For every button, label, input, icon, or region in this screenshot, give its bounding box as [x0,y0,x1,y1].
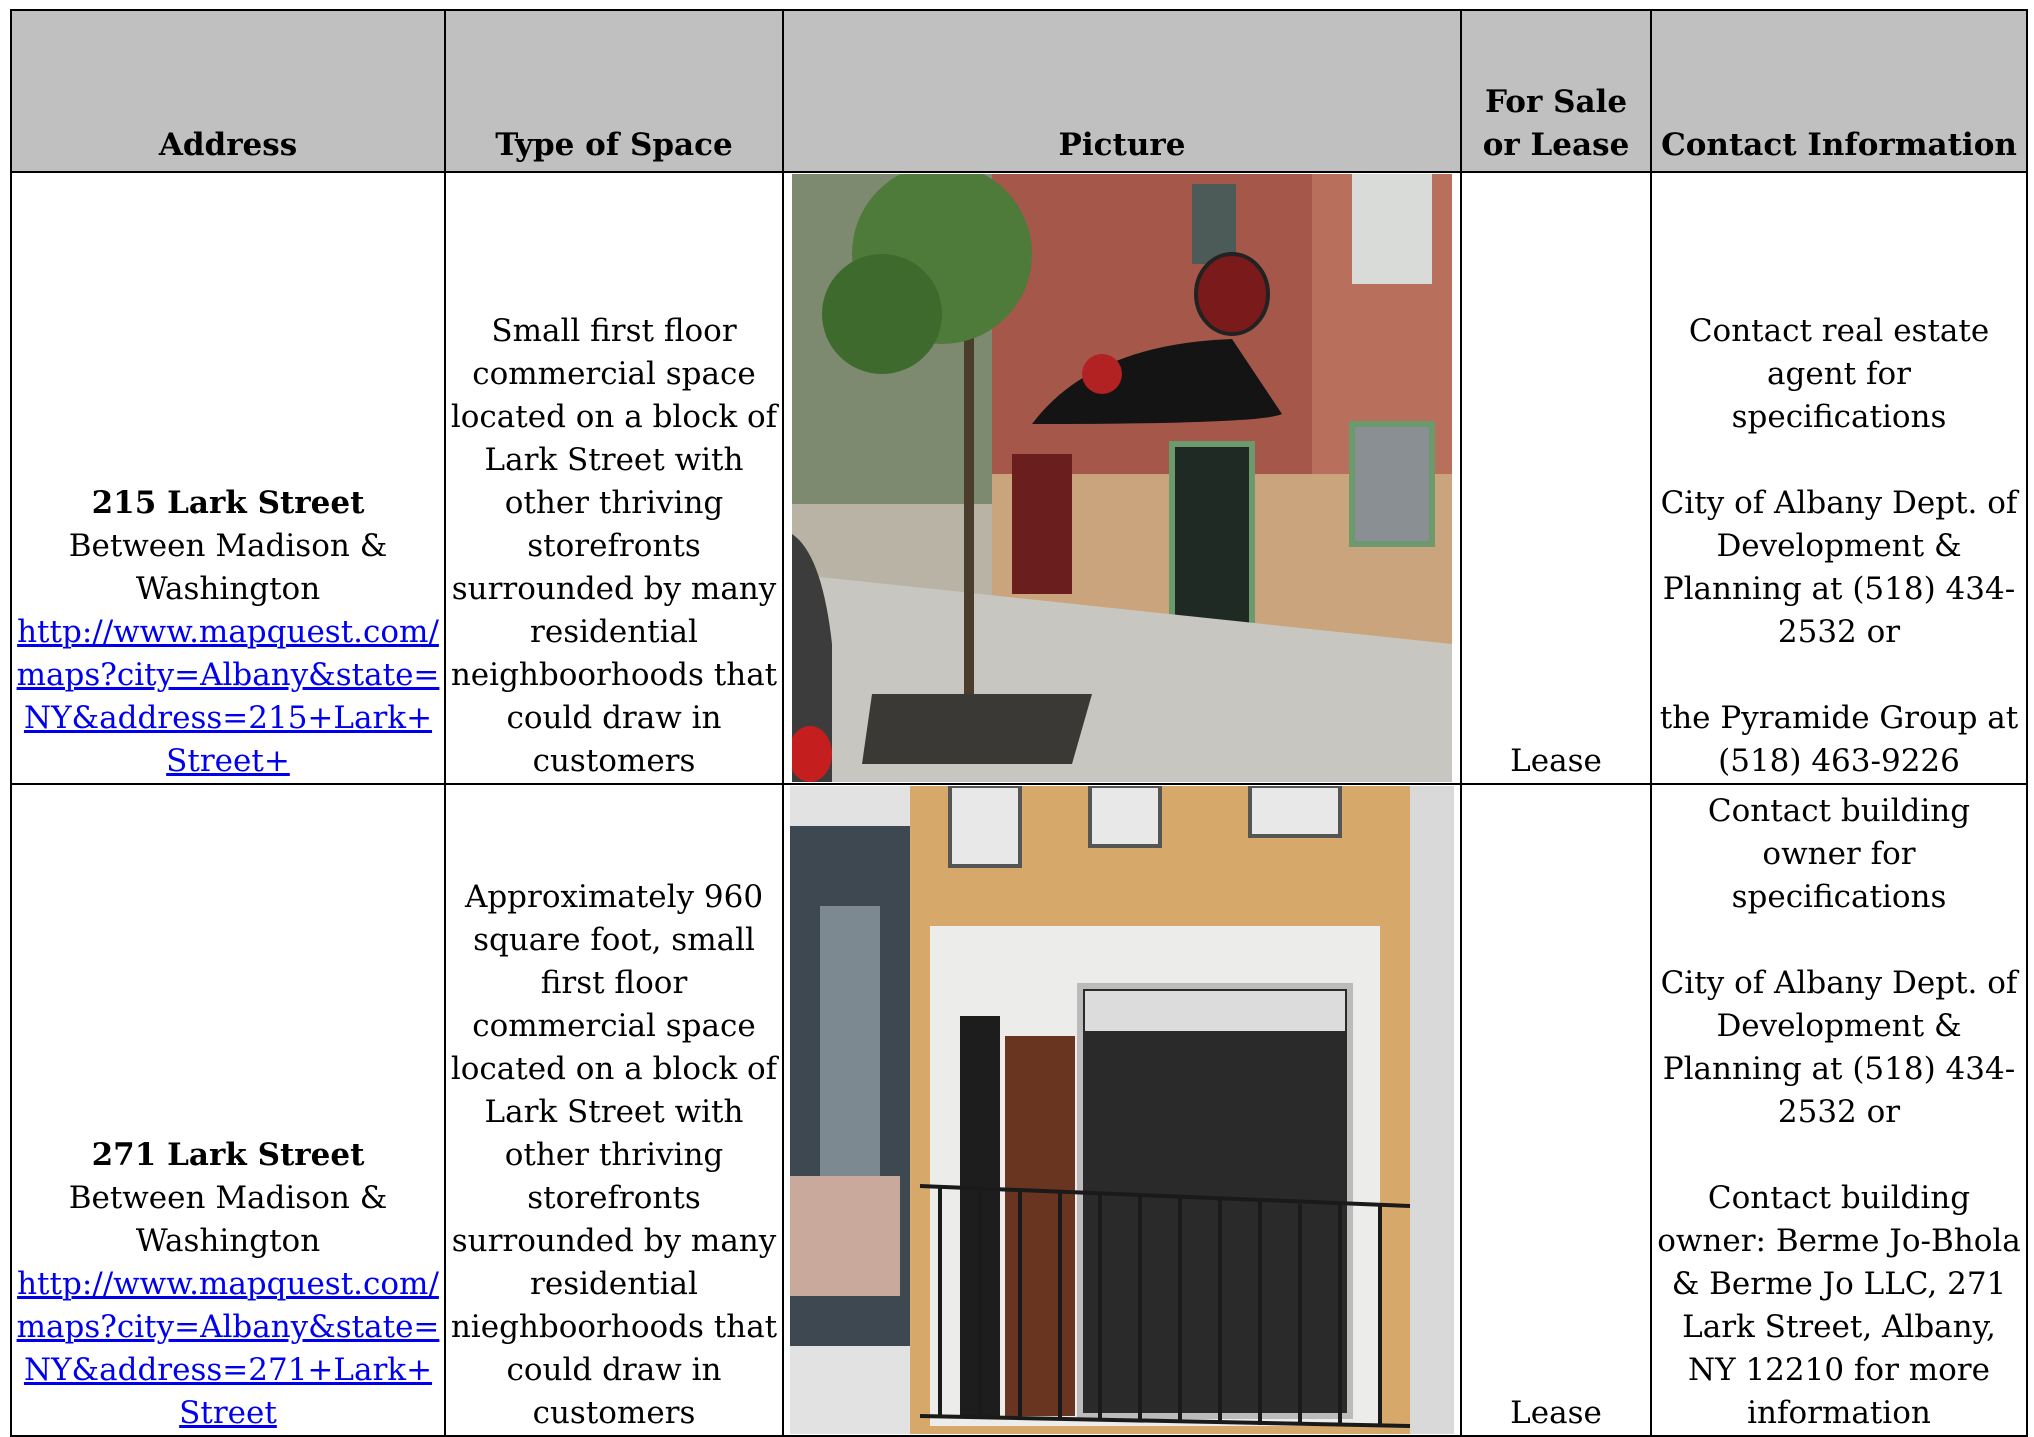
listings-table: Address Type of Space Picture For Sale o… [12,11,2026,1435]
address-name: 271 Lark Street [91,1137,365,1173]
header-address: Address [12,11,446,173]
storefront-photo [790,786,1454,1434]
header-row: Address Type of Space Picture For Sale o… [12,11,2026,173]
listings-table-container: Address Type of Space Picture For Sale o… [10,9,2028,1437]
header-sale-lease: For Sale or Lease [1460,11,1652,173]
map-link[interactable]: http://www.mapquest.com/maps?city=Albany… [16,1263,440,1435]
type-cell: Small first floor commercial space locat… [444,171,784,785]
address-cell: 271 Lark Street Between Madison & Washin… [12,783,446,1435]
type-cell: Approximately 960 square foot, small fir… [444,783,784,1435]
header-picture: Picture [782,11,1462,173]
address-between: Between Madison & Washington [68,528,388,607]
table-row: 271 Lark Street Between Madison & Washin… [12,783,2026,1435]
address-cell: 215 Lark Street Between Madison & Washin… [12,171,446,785]
sale-lease-cell: Lease [1460,171,1652,785]
header-contact: Contact Information [1650,11,2026,173]
table-row: 215 Lark Street Between Madison & Washin… [12,171,2026,785]
address-between: Between Madison & Washington [68,1180,388,1259]
address-name: 215 Lark Street [91,485,365,521]
sale-lease-cell: Lease [1460,783,1652,1435]
picture-cell [782,171,1462,785]
storefront-photo [792,174,1452,782]
contact-cell: Contact building owner for specification… [1650,783,2026,1435]
map-link[interactable]: http://www.mapquest.com/maps?city=Albany… [16,611,440,783]
picture-cell [782,783,1462,1435]
header-type: Type of Space [444,11,784,173]
contact-cell: Contact real estate agent for specificat… [1650,171,2026,785]
